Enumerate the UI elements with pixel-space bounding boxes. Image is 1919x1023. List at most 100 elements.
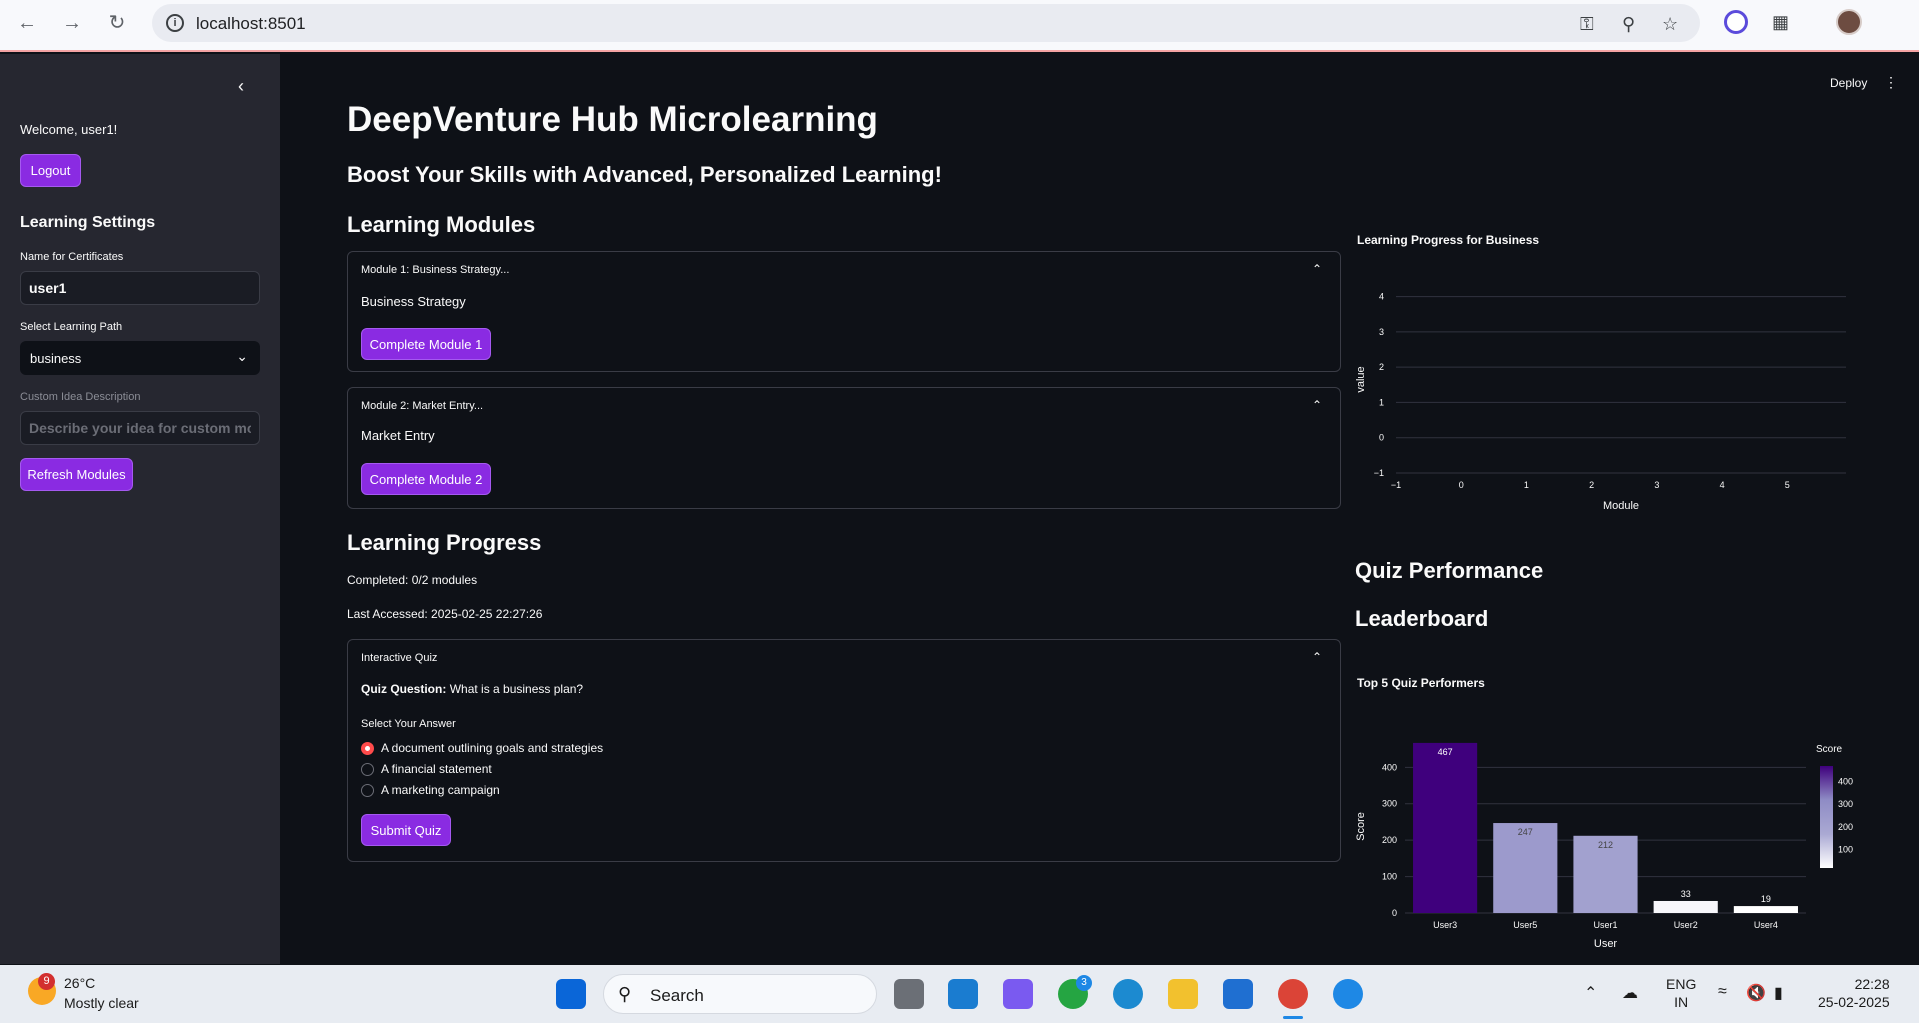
colorbar-title: Score bbox=[1816, 744, 1843, 755]
quiz-question-label: Quiz Question: bbox=[361, 682, 447, 696]
quiz-title[interactable]: Interactive Quiz bbox=[361, 652, 437, 664]
learning-path-label: Select Learning Path bbox=[20, 321, 123, 333]
get-help-icon[interactable] bbox=[1333, 979, 1363, 1009]
y-tick-label: 100 bbox=[1382, 872, 1397, 882]
x-tick-label: User4 bbox=[1754, 920, 1778, 930]
extensions-puzzle-icon[interactable]: ▦ bbox=[1772, 12, 1789, 33]
weather-badge: 9 bbox=[38, 973, 55, 990]
address-bar[interactable]: i localhost:8501 ⚿ ⚲ ☆ bbox=[152, 4, 1700, 42]
radio-unselected[interactable] bbox=[361, 763, 374, 776]
wifi-icon[interactable]: ≈ bbox=[1718, 983, 1727, 1001]
zoom-icon[interactable]: ⚲ bbox=[1622, 14, 1635, 35]
volume-muted-icon[interactable]: 🔇 bbox=[1746, 983, 1766, 1003]
cert-name-input[interactable] bbox=[20, 271, 260, 305]
password-key-icon[interactable]: ⚿ bbox=[1580, 14, 1594, 35]
forward-icon[interactable]: → bbox=[61, 12, 83, 34]
learning-path-select[interactable]: business ⌄ bbox=[20, 341, 260, 375]
copilot-icon[interactable] bbox=[1003, 979, 1033, 1009]
module-2-text: Market Entry bbox=[361, 428, 435, 443]
custom-idea-label: Custom Idea Description bbox=[20, 391, 141, 403]
x-tick-label: −1 bbox=[1391, 480, 1401, 490]
learning-progress-heading: Learning Progress bbox=[347, 530, 542, 555]
x-tick-label: User2 bbox=[1674, 920, 1698, 930]
windows-start-icon[interactable] bbox=[556, 979, 586, 1009]
language-code: ENG bbox=[1666, 976, 1697, 992]
search-icon: ⚲ bbox=[618, 984, 632, 1004]
x-tick-label: User3 bbox=[1433, 920, 1457, 930]
taskbar-search[interactable]: ⚲ Search bbox=[603, 974, 877, 1014]
colorbar bbox=[1820, 766, 1833, 868]
battery-icon[interactable]: ▮ bbox=[1774, 983, 1783, 1003]
radio-selected[interactable] bbox=[361, 742, 374, 755]
reload-icon[interactable]: ↻ bbox=[106, 12, 128, 34]
x-tick-label: 1 bbox=[1524, 480, 1529, 490]
x-tick-label: 4 bbox=[1720, 480, 1725, 490]
chrome-icon[interactable] bbox=[1278, 979, 1308, 1009]
site-info-icon[interactable]: i bbox=[166, 14, 184, 32]
profile-avatar[interactable] bbox=[1836, 9, 1862, 35]
onedrive-cloud-icon[interactable]: ☁ bbox=[1622, 983, 1638, 1003]
clock[interactable]: 22:28 25-02-2025 bbox=[1818, 975, 1890, 1011]
weather-temperature[interactable]: 26°C bbox=[64, 975, 95, 991]
x-tick-label: 3 bbox=[1654, 480, 1659, 490]
chevron-up-icon[interactable]: ⌃ bbox=[1312, 262, 1322, 276]
back-icon[interactable]: ← bbox=[16, 12, 38, 34]
radio-unselected[interactable] bbox=[361, 784, 374, 797]
answer-option-label[interactable]: A marketing campaign bbox=[381, 783, 500, 797]
complete-module-1-button[interactable]: Complete Module 1 bbox=[361, 328, 491, 360]
bar-value-label: 33 bbox=[1681, 889, 1691, 899]
weather-description[interactable]: Mostly clear bbox=[64, 995, 139, 1011]
deploy-button[interactable]: Deploy bbox=[1830, 76, 1867, 90]
chrome-active-indicator bbox=[1283, 1016, 1303, 1019]
chevron-up-icon[interactable]: ⌃ bbox=[1312, 650, 1322, 664]
extension-icon[interactable] bbox=[1724, 10, 1748, 34]
y-tick-label: 4 bbox=[1379, 292, 1384, 302]
taskbar: 9 26°C Mostly clear ⚲ Search 3 ⌃ ☁ ENG I… bbox=[0, 965, 1919, 1023]
show-hidden-icons-icon[interactable]: ⌃ bbox=[1584, 983, 1597, 1003]
answer-option-label[interactable]: A document outlining goals and strategie… bbox=[381, 741, 603, 755]
page-subtitle: Boost Your Skills with Advanced, Persona… bbox=[347, 162, 942, 187]
logout-button[interactable]: Logout bbox=[20, 154, 81, 187]
edge-icon[interactable] bbox=[1113, 979, 1143, 1009]
colorbar-tick-label: 400 bbox=[1838, 776, 1853, 786]
url-text[interactable]: localhost:8501 bbox=[196, 14, 306, 34]
whatsapp-badge: 3 bbox=[1076, 975, 1092, 991]
sidebar: ‹ Welcome, user1! Logout Learning Settin… bbox=[0, 54, 280, 964]
main-menu-icon[interactable]: ⋮ bbox=[1884, 74, 1898, 91]
clock-date: 25-02-2025 bbox=[1818, 994, 1890, 1010]
bar-value-label: 247 bbox=[1518, 827, 1533, 837]
progress-chart-title: Learning Progress for Business bbox=[1357, 233, 1540, 247]
custom-idea-input[interactable] bbox=[20, 411, 260, 445]
x-axis-label: User bbox=[1594, 938, 1618, 950]
welcome-text: Welcome, user1! bbox=[20, 122, 118, 137]
bar-value-label: 467 bbox=[1438, 747, 1453, 757]
y-tick-label: 400 bbox=[1382, 762, 1397, 772]
page-title: DeepVenture Hub Microlearning bbox=[347, 100, 878, 139]
completed-text: Completed: 0/2 modules bbox=[347, 573, 478, 587]
answer-option-label[interactable]: A financial statement bbox=[381, 762, 492, 776]
refresh-modules-button[interactable]: Refresh Modules bbox=[20, 458, 133, 491]
myhp-icon[interactable] bbox=[1223, 979, 1253, 1009]
vscode-icon[interactable] bbox=[948, 979, 978, 1009]
leaderboard-chart-title: Top 5 Quiz Performers bbox=[1357, 676, 1485, 690]
language-indicator[interactable]: ENG IN bbox=[1666, 975, 1696, 1011]
collapse-sidebar-icon[interactable]: ‹ bbox=[238, 76, 244, 97]
y-tick-label: 2 bbox=[1379, 362, 1384, 372]
cert-name-label: Name for Certificates bbox=[20, 251, 124, 263]
x-tick-label: 5 bbox=[1785, 480, 1790, 490]
chevron-up-icon[interactable]: ⌃ bbox=[1312, 398, 1322, 412]
complete-module-2-button[interactable]: Complete Module 2 bbox=[361, 463, 491, 495]
task-view-icon[interactable] bbox=[894, 979, 924, 1009]
submit-quiz-button[interactable]: Submit Quiz bbox=[361, 814, 451, 846]
module-2-title[interactable]: Module 2: Market Entry... bbox=[361, 400, 483, 412]
module-2-expander: Module 2: Market Entry... ⌃ Market Entry… bbox=[347, 387, 1341, 509]
bookmark-star-icon[interactable]: ☆ bbox=[1662, 14, 1678, 35]
y-tick-label: 200 bbox=[1382, 835, 1397, 845]
colorbar-tick-label: 100 bbox=[1838, 845, 1853, 855]
module-1-title[interactable]: Module 1: Business Strategy... bbox=[361, 264, 509, 276]
y-tick-label: 1 bbox=[1379, 397, 1384, 407]
taskbar-search-label: Search bbox=[650, 986, 704, 1005]
chevron-down-icon: ⌄ bbox=[236, 348, 248, 364]
bar-value-label: 19 bbox=[1761, 894, 1771, 904]
file-explorer-icon[interactable] bbox=[1168, 979, 1198, 1009]
